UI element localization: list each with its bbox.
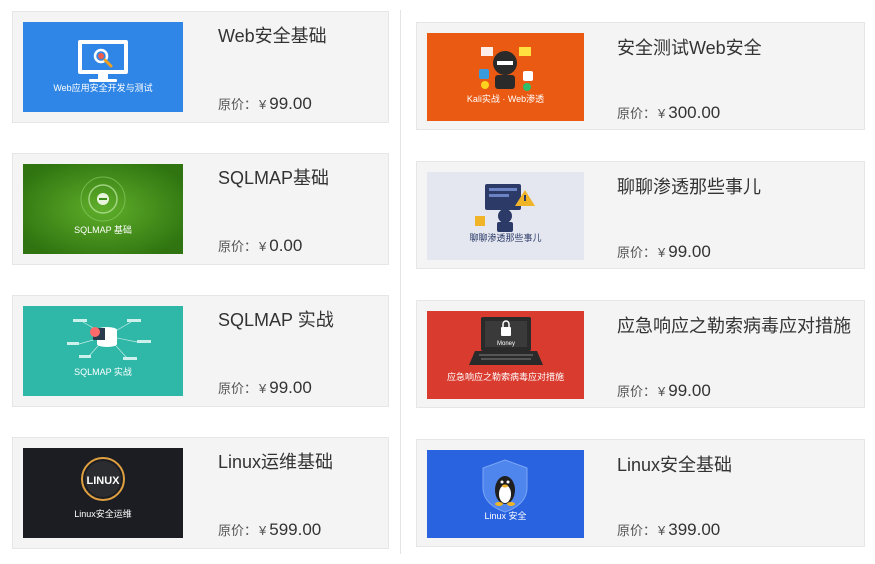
course-thumbnail[interactable]: SQLMAP 基础	[23, 164, 183, 254]
price-value: 0.00	[269, 236, 303, 255]
price-value: 399.00	[668, 520, 721, 539]
course-card-web-security[interactable]: Web应用安全开发与测试 Web安全基础 原价： ¥99.00	[12, 11, 389, 123]
laptop-lock-icon: Money	[469, 317, 543, 365]
course-thumbnail[interactable]: LINUX Linux安全运维	[23, 448, 183, 538]
course-title[interactable]: SQLMAP 实战	[218, 306, 334, 332]
course-title[interactable]: 安全测试Web安全	[617, 34, 762, 60]
currency-symbol: ¥	[658, 106, 666, 121]
price-label: 原价：	[218, 239, 258, 254]
monitor-search-icon	[78, 40, 128, 82]
course-card-web-pentest[interactable]: Kali实战 · Web渗透 安全测试Web安全 原价： ¥300.00	[416, 22, 865, 130]
course-card-pentest-talk[interactable]: 聊聊渗透那些事儿 聊聊渗透那些事儿 原价： ¥99.00	[416, 161, 865, 269]
price-value: 99.00	[269, 378, 312, 397]
thumbnail-caption: Linux安全运维	[74, 509, 132, 519]
thumbnail-caption: Kali实战 · Web渗透	[466, 94, 545, 104]
price-value: 99.00	[668, 242, 711, 261]
hacker-warning-icon	[475, 184, 535, 232]
price-value: 99.00	[269, 94, 312, 113]
thumbnail-caption: Linux 安全	[484, 511, 527, 521]
course-title[interactable]: 应急响应之勒索病毒应对措施	[617, 312, 851, 338]
thumbnail-caption: Web应用安全开发与测试	[53, 83, 153, 93]
currency-symbol: ¥	[259, 97, 267, 112]
price-value: 300.00	[668, 103, 721, 122]
course-price: 原价： ¥99.00	[617, 242, 711, 262]
price-label: 原价：	[218, 97, 258, 112]
course-title[interactable]: 聊聊渗透那些事儿	[617, 173, 761, 199]
course-price: 原价： ¥99.00	[218, 378, 312, 398]
currency-symbol: ¥	[658, 523, 666, 538]
column-divider	[400, 10, 401, 554]
linux-badge-text: LINUX	[87, 475, 121, 487]
hacker-icon	[479, 47, 533, 91]
course-card-sqlmap-practice[interactable]: SQLMAP 实战 SQLMAP 实战 原价： ¥99.00	[12, 295, 389, 407]
course-thumbnail[interactable]: Web应用安全开发与测试	[23, 22, 183, 112]
course-thumbnail[interactable]: SQLMAP 实战	[23, 306, 183, 396]
course-title[interactable]: Linux运维基础	[218, 448, 333, 474]
course-card-ransomware-response[interactable]: Money 应急响应之勒索病毒应对措施 应急响应之勒索病毒应对措施 原价： ¥99…	[416, 300, 865, 408]
currency-symbol: ¥	[658, 384, 666, 399]
price-label: 原价：	[617, 106, 657, 121]
price-label: 原价：	[617, 245, 657, 260]
course-price: 原价： ¥399.00	[617, 520, 720, 540]
course-thumbnail[interactable]: 聊聊渗透那些事儿	[427, 172, 584, 260]
currency-symbol: ¥	[259, 381, 267, 396]
thumbnail-caption: SQLMAP 实战	[74, 367, 132, 377]
course-thumbnail[interactable]: Money 应急响应之勒索病毒应对措施	[427, 311, 584, 399]
course-price: 原价： ¥0.00	[218, 236, 302, 256]
course-card-sqlmap-basics[interactable]: SQLMAP 基础 SQLMAP基础 原价： ¥0.00	[12, 153, 389, 265]
course-price: 原价： ¥99.00	[617, 381, 711, 401]
linux-badge-icon: LINUX	[81, 457, 125, 501]
price-label: 原价：	[218, 381, 258, 396]
price-label: 原价：	[617, 384, 657, 399]
course-price: 原价： ¥99.00	[218, 94, 312, 114]
course-card-linux-security[interactable]: Linux 安全 Linux安全基础 原价： ¥399.00	[416, 439, 865, 547]
price-label: 原价：	[218, 523, 258, 538]
database-mindmap-icon	[67, 319, 151, 360]
tux-shield-icon	[482, 459, 528, 513]
money-label: Money	[497, 341, 515, 347]
course-title[interactable]: Linux安全基础	[617, 451, 732, 477]
course-title[interactable]: Web安全基础	[218, 22, 327, 48]
currency-symbol: ¥	[658, 245, 666, 260]
course-title[interactable]: SQLMAP基础	[218, 164, 329, 190]
course-price: 原价： ¥599.00	[218, 520, 321, 540]
course-card-linux-ops[interactable]: LINUX Linux安全运维 Linux运维基础 原价： ¥599.00	[12, 437, 389, 549]
price-value: 599.00	[269, 520, 322, 539]
thumbnail-caption: 聊聊渗透那些事儿	[469, 233, 542, 243]
price-value: 99.00	[668, 381, 711, 400]
target-icon	[23, 164, 183, 254]
course-price: 原价： ¥300.00	[617, 103, 720, 123]
price-label: 原价：	[617, 523, 657, 538]
course-thumbnail[interactable]: Kali实战 · Web渗透	[427, 33, 584, 121]
course-thumbnail[interactable]: Linux 安全	[427, 450, 584, 538]
currency-symbol: ¥	[259, 523, 267, 538]
thumbnail-caption: 应急响应之勒索病毒应对措施	[446, 372, 564, 382]
currency-symbol: ¥	[259, 239, 267, 254]
thumbnail-caption: SQLMAP 基础	[74, 225, 132, 235]
